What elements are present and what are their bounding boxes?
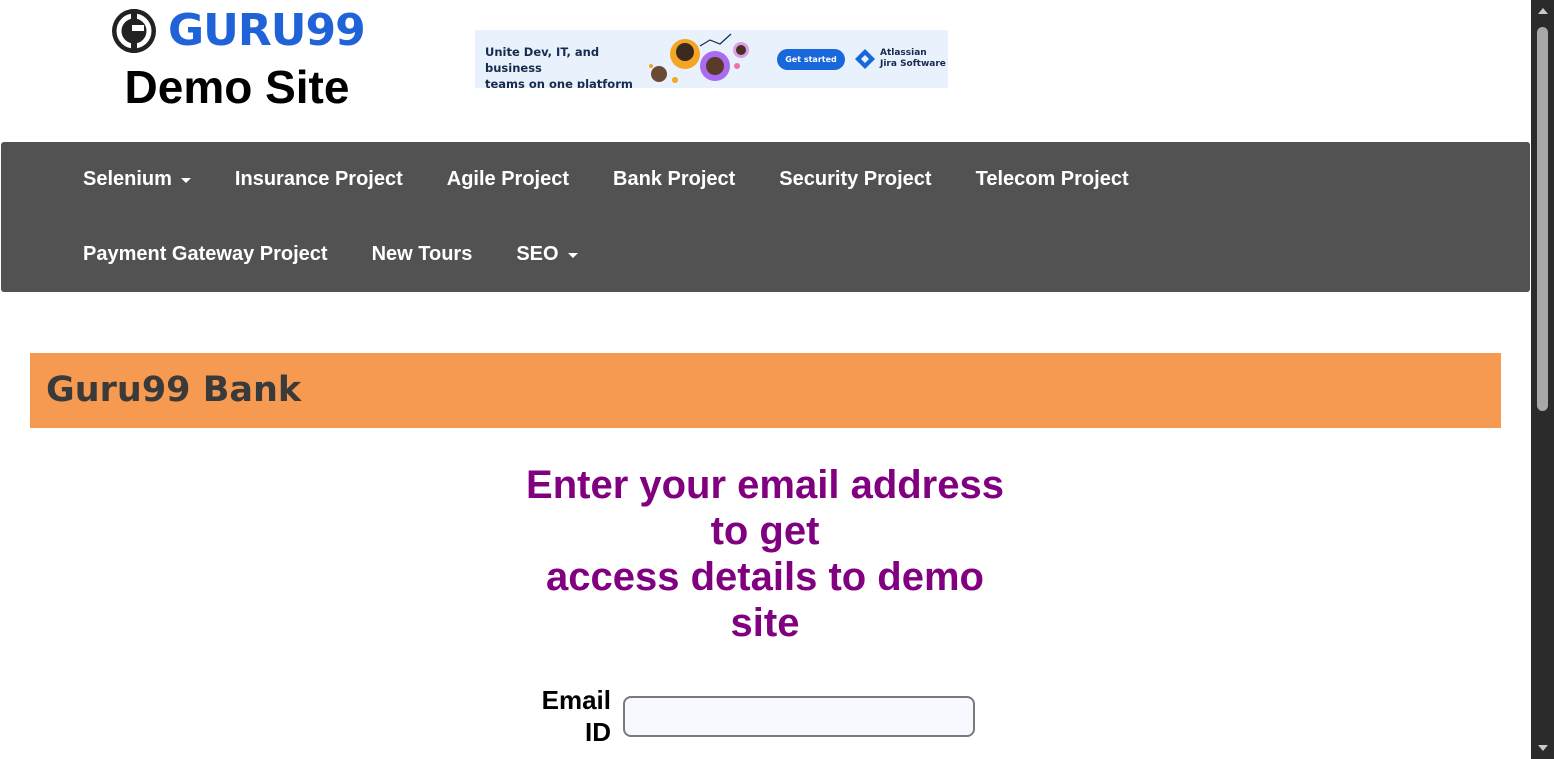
- nav-item-new-tours[interactable]: New Tours: [350, 243, 495, 266]
- nav-row-2: Payment Gateway Project New Tours SEO: [61, 217, 600, 292]
- main-navbar: Selenium Insurance Project Agile Project…: [1, 142, 1530, 292]
- scrollbar-thumb[interactable]: [1537, 27, 1548, 411]
- page: GURU99 Demo Site Unite Dev, IT, and busi…: [0, 0, 1531, 759]
- heading-line-4: site: [730, 601, 800, 645]
- banner-text: Unite Dev, IT, and business teams on one…: [485, 44, 645, 88]
- banner-text-line2: teams on one platform: [485, 77, 633, 88]
- site-header: GURU99 Demo Site Unite Dev, IT, and busi…: [0, 0, 1531, 142]
- logo-text: GURU99: [168, 5, 366, 56]
- email-heading: Enter your email address to get access d…: [505, 462, 1025, 646]
- caret-down-icon: [180, 178, 191, 183]
- demo-site-title: Demo Site: [124, 61, 350, 113]
- nav-item-telecom-project[interactable]: Telecom Project: [954, 168, 1151, 191]
- email-id-label: Email ID: [520, 684, 611, 748]
- nav-item-label: Selenium: [83, 168, 172, 190]
- jira-brand-line1: Atlassian: [880, 48, 927, 58]
- guru99-logo[interactable]: GURU99: [110, 6, 368, 56]
- jira-brand-text: Atlassian Jira Software: [880, 48, 946, 70]
- email-label-line-2: ID: [585, 717, 611, 747]
- email-id-input[interactable]: [623, 696, 975, 737]
- nav-row-1: Selenium Insurance Project Agile Project…: [61, 142, 1151, 217]
- nav-item-security-project[interactable]: Security Project: [757, 168, 953, 191]
- heading-line-1: Enter your email address: [526, 463, 1004, 507]
- get-started-button[interactable]: Get started: [777, 49, 845, 70]
- bank-header-bar: Guru99 Bank: [30, 353, 1501, 428]
- ad-banner[interactable]: Unite Dev, IT, and business teams on one…: [475, 30, 948, 88]
- nav-item-label: SEO: [516, 243, 559, 265]
- jira-brand-line2: Jira Software: [880, 59, 946, 69]
- banner-people-illustration: [649, 33, 749, 83]
- scroll-up-arrow-icon[interactable]: [1538, 8, 1548, 14]
- nav-item-bank-project[interactable]: Bank Project: [591, 168, 757, 191]
- scroll-down-arrow-icon[interactable]: [1538, 745, 1548, 751]
- caret-down-icon: [567, 253, 578, 258]
- nav-item-insurance-project[interactable]: Insurance Project: [213, 168, 425, 191]
- email-label-line-1: Email: [541, 685, 611, 715]
- jira-icon: [855, 49, 875, 69]
- nav-item-seo[interactable]: SEO: [494, 243, 599, 266]
- guru99-logo-icon: [112, 9, 156, 53]
- vertical-scrollbar[interactable]: [1531, 0, 1554, 759]
- nav-item-agile-project[interactable]: Agile Project: [425, 168, 591, 191]
- nav-item-selenium[interactable]: Selenium: [61, 168, 213, 191]
- bank-title: Guru99 Bank: [46, 370, 302, 410]
- nav-item-payment-gateway-project[interactable]: Payment Gateway Project: [61, 243, 350, 266]
- banner-text-line1: Unite Dev, IT, and business: [485, 45, 600, 75]
- heading-line-3: access details to demo: [546, 555, 984, 599]
- heading-line-2: to get: [710, 509, 820, 553]
